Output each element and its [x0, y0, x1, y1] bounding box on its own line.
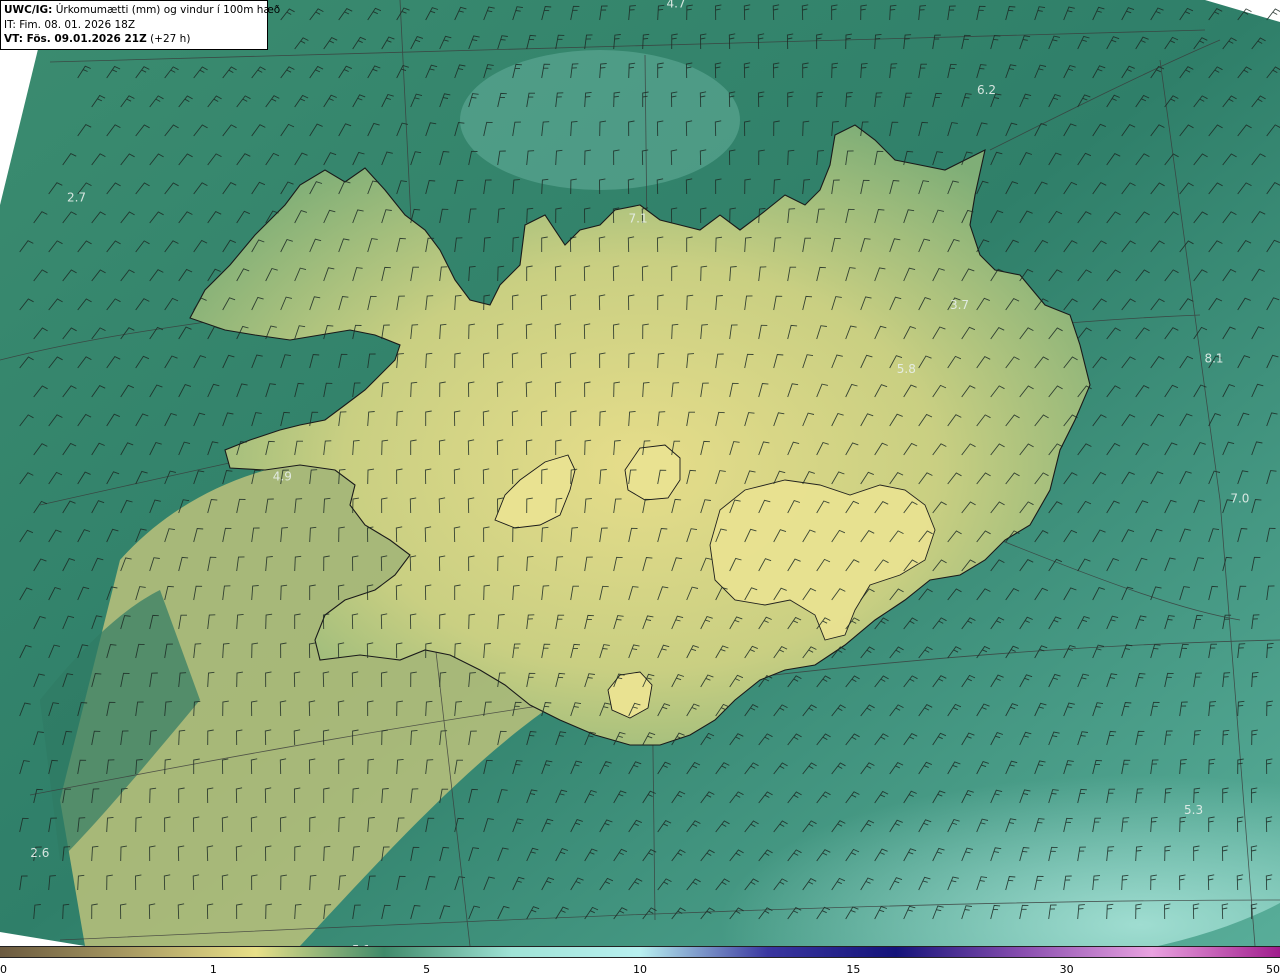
precip-value-label: 7.0	[1230, 491, 1249, 505]
precip-value-label: 5.8	[897, 362, 916, 376]
initial-time: IT: Fim. 08. 01. 2026 18Z	[4, 18, 136, 31]
colorbar-tick-label: 5	[423, 963, 431, 976]
valid-time: VT: Fös. 09.01.2026 21Z	[4, 33, 147, 45]
precip-value-label: 6.2	[977, 83, 996, 97]
precip-value-label: 3.7	[950, 298, 969, 312]
header-line-valid: VT: Fös. 09.01.2026 21Z (+27 h)	[4, 32, 264, 47]
precip-value-label: 5.3	[1184, 803, 1203, 817]
colorbar-tick-label: 1	[209, 963, 217, 976]
map-frame[interactable]: 7.56.44.76.06.22.77.13.75.88.14.97.02.65…	[0, 0, 1280, 946]
precip-value-label: 4.7	[667, 0, 686, 11]
precip-value-label: 2.7	[67, 190, 86, 204]
colorbar-tick-label: 30	[1059, 963, 1074, 976]
colorbar-tick-label: 10	[633, 963, 647, 976]
colorbar-ticks: 0 1 5 10 15 30 50	[0, 958, 1280, 978]
model-code: UWC/IG:	[4, 4, 53, 16]
colorbar-tick-label: 15	[846, 963, 861, 976]
precip-value-label: 8.1	[1204, 352, 1223, 366]
header-line-title: UWC/IG: Úrkomumætti (mm) og vindur í 100…	[4, 3, 280, 18]
map-title: Úrkomumætti (mm) og vindur í 100m hæð	[52, 4, 281, 16]
colorbar-tick-label: 0	[0, 963, 7, 976]
precip-value-label: 7.1	[629, 212, 648, 226]
colorbar-tick-label: 50	[1266, 963, 1280, 976]
colorbar	[0, 946, 1280, 958]
map-canvas[interactable]: 7.56.44.76.06.22.77.13.75.88.14.97.02.65…	[0, 0, 1280, 946]
lead-time: (+27 h)	[146, 33, 191, 45]
map-header: UWC/IG: Úrkomumætti (mm) og vindur í 100…	[0, 0, 280, 50]
wind-barb	[1266, 8, 1280, 21]
precip-value-label: 2.6	[30, 846, 49, 860]
precip-value-label: 4.9	[273, 470, 292, 484]
